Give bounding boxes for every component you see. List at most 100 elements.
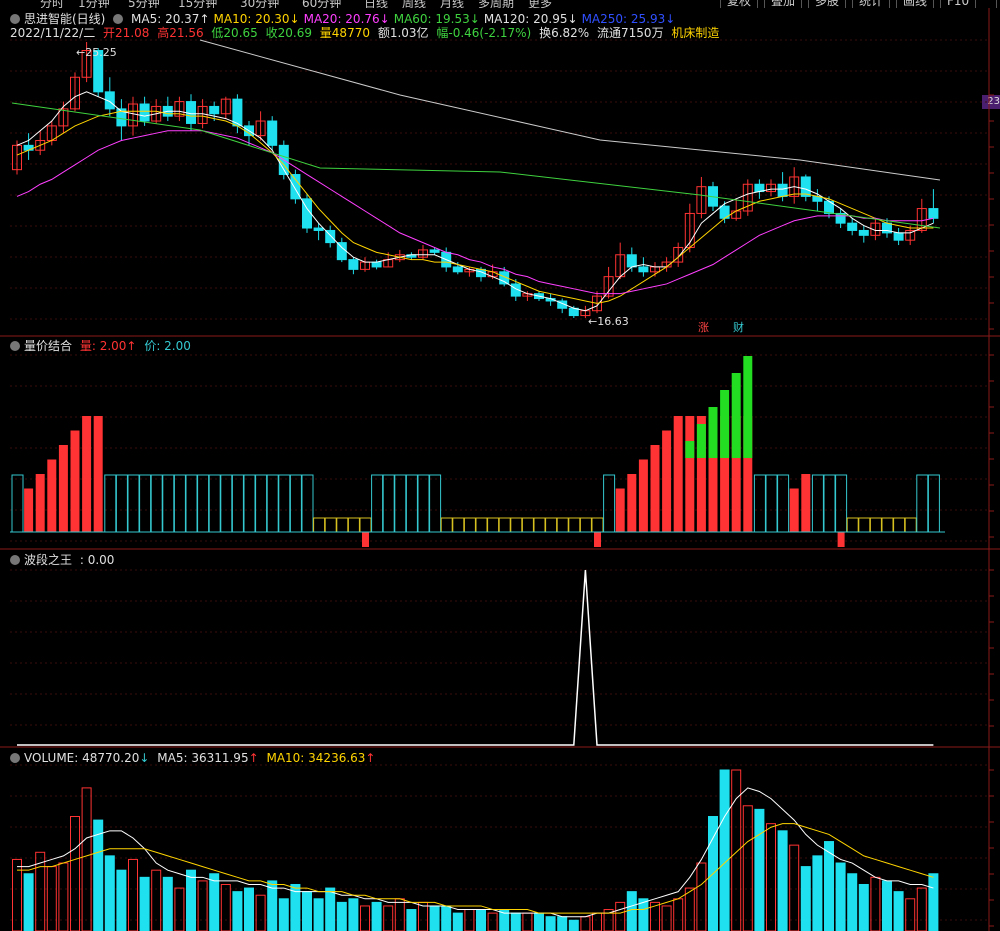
volume-bar [905, 898, 916, 931]
candle-body [638, 266, 649, 273]
volume-bar [800, 866, 811, 931]
vp-flat-box [568, 517, 581, 533]
vp-price-box [266, 474, 279, 533]
vp-red-bar [673, 416, 683, 532]
vp-price-box [371, 474, 384, 533]
vp-flat-box [510, 517, 523, 533]
volume-bar [244, 887, 254, 931]
volume-bar [162, 876, 173, 931]
volume-bar [232, 891, 243, 931]
vp-red-bar [70, 430, 80, 532]
vp-red-bar [82, 416, 92, 532]
volume-bar [928, 873, 939, 931]
high-price-label: ←25.25 [76, 46, 117, 59]
volume-bar [847, 873, 858, 931]
vp-red-bar [24, 488, 34, 532]
candle-body [23, 144, 34, 151]
volume-bar [824, 841, 834, 931]
volume-bar [394, 898, 405, 931]
vp-red-bar [615, 488, 625, 532]
candle-body [348, 259, 359, 270]
ma60-line [11, 102, 941, 229]
volume-bar [754, 808, 765, 931]
volume-ma5-line [17, 787, 934, 918]
candle-body [452, 266, 463, 273]
vp-red-bar [93, 416, 103, 532]
vp-red-bar [35, 474, 45, 532]
vp-flat-box [347, 517, 360, 533]
ma20-line [16, 130, 934, 295]
vp-flat-box [324, 517, 337, 533]
vp-price-box [916, 474, 929, 533]
volume-bar [325, 887, 336, 931]
candle-body [429, 249, 440, 253]
candle-body [858, 229, 869, 236]
vp-price-box [927, 474, 940, 533]
candle-body [336, 242, 347, 261]
wave-line [17, 569, 934, 746]
vp-price-box [197, 474, 210, 533]
vp-price-box [115, 474, 128, 533]
vp-price-box [753, 474, 766, 533]
vp-price-box [811, 474, 824, 533]
volume-bar [81, 787, 92, 931]
vp-price-box [777, 474, 790, 533]
candle-body [267, 120, 278, 146]
volume-bar [58, 862, 69, 931]
vp-price-box [405, 474, 418, 533]
volume-bar [487, 912, 498, 931]
volume-bar [719, 769, 730, 931]
volume-bar [916, 887, 927, 931]
vp-green-bar [696, 424, 706, 458]
ma120-line [199, 39, 941, 181]
vp-flat-box [336, 517, 349, 533]
vp-price-box [765, 474, 778, 533]
volume-bar [209, 873, 220, 931]
vp-flat-box [545, 517, 558, 533]
vp-flat-box [591, 517, 604, 533]
volume-bar [371, 901, 382, 931]
candle-body [313, 227, 324, 231]
candle-body [777, 183, 788, 197]
volume-bar [684, 887, 695, 931]
vp-red-bar [47, 459, 57, 532]
volume-bar [441, 905, 452, 931]
candle-body [209, 105, 220, 115]
vp-price-box [231, 474, 244, 533]
vp-price-box [162, 474, 175, 533]
vp-price-box [394, 474, 407, 533]
candle-body [186, 101, 196, 124]
volume-bar [580, 916, 591, 931]
tag-rise: 涨 [698, 321, 709, 334]
vp-flat-box [858, 517, 871, 533]
vp-red-bar [801, 474, 811, 532]
volume-bar [360, 905, 370, 931]
vp-red-bar [685, 416, 695, 532]
volume-bar [452, 912, 463, 931]
vp-red-bar [638, 459, 648, 532]
vp-red-bar [627, 474, 637, 532]
volume-bar [23, 873, 34, 931]
volume-bar [220, 883, 231, 931]
volume-bar [139, 876, 150, 931]
volume-bar [661, 905, 672, 931]
vp-neg-bar [594, 532, 601, 547]
volume-bar [116, 869, 127, 931]
vp-price-box [278, 474, 291, 533]
vp-flat-box [533, 517, 546, 533]
tag-finance: 财 [733, 320, 744, 334]
vp-flat-box [579, 517, 592, 533]
candle-body [928, 208, 939, 219]
volume-bar [278, 898, 289, 931]
volume-bar [858, 883, 869, 931]
vp-red-bar [789, 488, 799, 532]
volume-bar [731, 769, 742, 931]
vp-red-bar [662, 430, 672, 532]
volume-bar [777, 830, 788, 931]
vp-red-bar [650, 445, 660, 532]
chart-canvas[interactable]: ←25.25 ←16.63 涨 财 [0, 0, 1000, 931]
volume-bar [255, 894, 266, 931]
candle-body [626, 254, 637, 268]
vp-flat-box [881, 517, 894, 533]
candle-body [139, 103, 150, 122]
